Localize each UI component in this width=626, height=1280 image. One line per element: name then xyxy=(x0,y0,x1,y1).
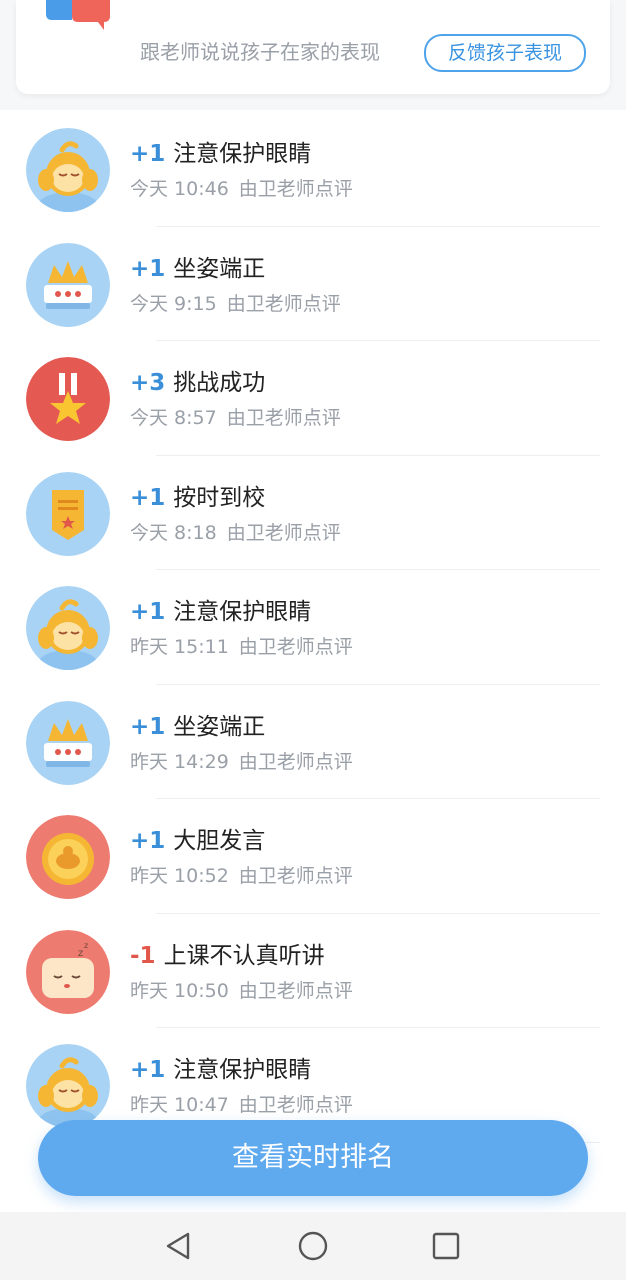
reviewer-text: 由卫老师点评 xyxy=(238,750,353,773)
record-title: +1 坐姿端正 xyxy=(130,711,265,743)
behavior-label: 上课不认真听讲 xyxy=(163,942,325,969)
badge-banner-icon xyxy=(26,471,110,556)
timestamp: 昨天 10:52 xyxy=(130,865,229,887)
reviewer-text: 由卫老师点评 xyxy=(238,979,353,1002)
monkey-covering-eyes-icon xyxy=(26,1044,110,1128)
view-live-ranking-button[interactable]: 查看实时排名 xyxy=(38,1120,588,1196)
list-item[interactable]: z z -1 上课不认真听讲昨天 10:50 由卫老师点评 xyxy=(0,914,626,1028)
points-badge: +1 xyxy=(130,713,166,740)
crown-desk-icon xyxy=(26,700,110,785)
list-item[interactable]: +3 挑战成功今天 8:57 由卫老师点评 xyxy=(0,341,626,456)
list-item[interactable]: +1 坐姿端正今天 9:15 由卫老师点评 xyxy=(0,227,626,341)
record-meta: 昨天 10:47 由卫老师点评 xyxy=(130,1092,353,1118)
recents-icon[interactable] xyxy=(428,1228,464,1264)
record-meta: 昨天 10:52 由卫老师点评 xyxy=(130,863,353,889)
back-icon[interactable] xyxy=(160,1228,196,1264)
timestamp: 今天 8:57 xyxy=(130,407,217,429)
list-item[interactable]: +1 注意保护眼睛昨天 15:11 由卫老师点评 xyxy=(0,570,626,685)
points-badge: +3 xyxy=(130,370,166,396)
record-title: +3 挑战成功 xyxy=(130,367,265,399)
crown-desk-icon xyxy=(26,242,110,327)
record-title: +1 按时到校 xyxy=(130,482,265,514)
chat-bubble-icon xyxy=(42,0,120,52)
timestamp: 昨天 10:47 xyxy=(130,1094,229,1116)
reviewer-text: 由卫老师点评 xyxy=(238,178,353,200)
record-title: +1 注意保护眼睛 xyxy=(130,1054,311,1086)
points-badge: +1 xyxy=(130,599,166,625)
points-badge: +1 xyxy=(130,141,166,167)
timestamp: 今天 10:46 xyxy=(130,178,229,200)
record-title: +1 坐姿端正 xyxy=(130,253,265,285)
record-meta: 昨天 15:11 由卫老师点评 xyxy=(130,634,353,660)
behavior-label: 按时到校 xyxy=(173,484,266,511)
record-meta: 昨天 14:29 由卫老师点评 xyxy=(130,749,353,775)
behavior-label: 坐姿端正 xyxy=(173,255,266,282)
points-badge: +1 xyxy=(130,828,166,854)
behavior-label: 挑战成功 xyxy=(173,370,266,396)
reviewer-text: 由卫老师点评 xyxy=(226,407,341,429)
home-icon[interactable] xyxy=(295,1228,331,1264)
points-badge: +1 xyxy=(130,1057,166,1083)
feedback-prompt: 跟老师说说孩子在家的表现 xyxy=(140,40,380,64)
reviewer-text: 由卫老师点评 xyxy=(238,1094,353,1116)
timestamp: 今天 9:15 xyxy=(130,292,217,315)
monkey-covering-eyes-icon xyxy=(26,586,110,670)
svg-text:z: z xyxy=(84,941,88,950)
record-title: +1 大胆发言 xyxy=(130,825,265,857)
behavior-label: 注意保护眼睛 xyxy=(173,141,312,167)
system-navigation-bar xyxy=(0,1212,626,1280)
behavior-label: 注意保护眼睛 xyxy=(173,599,312,625)
behavior-label: 坐姿端正 xyxy=(173,713,266,740)
timestamp: 昨天 15:11 xyxy=(130,636,229,658)
timestamp: 今天 8:18 xyxy=(130,521,217,544)
points-badge: +1 xyxy=(130,255,166,282)
gold-coin-icon xyxy=(26,815,110,899)
points-badge: +1 xyxy=(130,484,166,511)
svg-text:z: z xyxy=(78,948,83,959)
reviewer-text: 由卫老师点评 xyxy=(238,865,353,887)
record-title: -1 上课不认真听讲 xyxy=(130,940,325,972)
record-title: +1 注意保护眼睛 xyxy=(130,596,311,628)
list-item[interactable]: +1 按时到校今天 8:18 由卫老师点评 xyxy=(0,456,626,570)
record-meta: 昨天 10:50 由卫老师点评 xyxy=(130,978,353,1004)
timestamp: 昨天 14:29 xyxy=(130,750,229,773)
record-title: +1 注意保护眼睛 xyxy=(130,138,311,170)
sleepy-pillow-icon: zz xyxy=(26,929,110,1014)
feedback-child-performance-button[interactable]: 反馈孩子表现 xyxy=(424,34,586,72)
monkey-covering-eyes-icon xyxy=(26,128,110,212)
reviewer-text: 由卫老师点评 xyxy=(226,521,341,544)
behavior-label: 注意保护眼睛 xyxy=(173,1057,312,1083)
list-item[interactable]: +1 大胆发言昨天 10:52 由卫老师点评 xyxy=(0,799,626,914)
record-meta: 今天 8:18 由卫老师点评 xyxy=(130,520,341,546)
list-item[interactable]: +1 注意保护眼睛今天 10:46 由卫老师点评 xyxy=(0,112,626,227)
record-meta: 今天 9:15 由卫老师点评 xyxy=(130,291,341,317)
record-meta: 今天 8:57 由卫老师点评 xyxy=(130,405,341,431)
feedback-card: 跟老师说说孩子在家的表现 反馈孩子表现 xyxy=(16,0,610,94)
timestamp: 昨天 10:50 xyxy=(130,979,229,1002)
star-medal-icon xyxy=(26,357,110,441)
behavior-label: 大胆发言 xyxy=(173,828,266,854)
record-meta: 今天 10:46 由卫老师点评 xyxy=(130,176,353,202)
record-list: +1 注意保护眼睛 今天 10:46 由卫老师点评 +1 坐姿端正 今天 9:15 由卫老师点… xyxy=(0,112,626,1143)
list-item[interactable]: +1 坐姿端正昨天 14:29 由卫老师点评 xyxy=(0,685,626,799)
reviewer-text: 由卫老师点评 xyxy=(238,636,353,658)
reviewer-text: 由卫老师点评 xyxy=(226,292,341,315)
points-badge: -1 xyxy=(130,942,156,969)
